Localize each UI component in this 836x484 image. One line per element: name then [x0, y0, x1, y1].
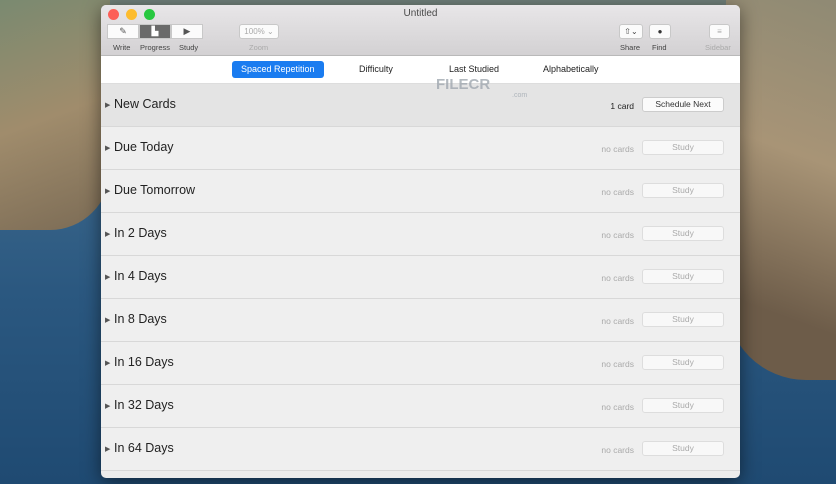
group-name: New Cards	[114, 97, 176, 111]
sort-tabs: Spaced Repetition Difficulty Last Studie…	[101, 56, 740, 84]
disclosure-triangle-icon[interactable]: ▶	[105, 187, 110, 195]
group-row[interactable]: ▶ In 64 Days no cards Study	[101, 428, 740, 471]
group-name: In 16 Days	[114, 355, 174, 369]
share-icon: ⇧⌄	[624, 27, 638, 36]
card-groups-list: ▶ New Cards 1 card Schedule Next ▶ Due T…	[101, 84, 740, 471]
desktop-wallpaper-left	[0, 0, 110, 230]
write-button[interactable]: ✎	[107, 24, 139, 39]
disclosure-triangle-icon[interactable]: ▶	[105, 144, 110, 152]
group-row[interactable]: ▶ In 4 Days no cards Study	[101, 256, 740, 299]
find-label: Find	[652, 43, 667, 52]
card-count: no cards	[601, 273, 634, 283]
study-button[interactable]: Study	[642, 312, 724, 327]
study-button[interactable]: Study	[642, 140, 724, 155]
card-count: no cards	[601, 316, 634, 326]
share-button[interactable]: ⇧⌄	[619, 24, 643, 39]
group-name: Due Today	[114, 140, 174, 154]
zoom-value: 100%	[244, 27, 265, 36]
progress-button[interactable]: ▙	[139, 24, 171, 39]
window-title: Untitled	[403, 8, 438, 19]
group-row[interactable]: ▶ Due Today no cards Study	[101, 127, 740, 170]
group-name: In 64 Days	[114, 441, 174, 455]
group-name: In 32 Days	[114, 398, 174, 412]
study-button[interactable]: Study	[642, 183, 724, 198]
group-name: In 8 Days	[114, 312, 167, 326]
disclosure-triangle-icon[interactable]: ▶	[105, 101, 110, 109]
study-button[interactable]: Study	[642, 398, 724, 413]
card-count: no cards	[601, 187, 634, 197]
group-name: Due Tomorrow	[114, 183, 196, 197]
zoom-dropdown[interactable]: 100% ⌄	[239, 24, 279, 39]
study-button[interactable]: Study	[642, 355, 724, 370]
card-count: no cards	[601, 359, 634, 369]
play-icon: ▶	[183, 26, 191, 36]
progress-label: Progress	[140, 43, 171, 52]
card-count: no cards	[601, 144, 634, 154]
group-row[interactable]: ▶ In 16 Days no cards Study	[101, 342, 740, 385]
sidebar-icon: ≡	[717, 27, 722, 36]
disclosure-triangle-icon[interactable]: ▶	[105, 402, 110, 410]
card-count: no cards	[601, 402, 634, 412]
group-name: In 2 Days	[114, 226, 167, 240]
disclosure-triangle-icon[interactable]: ▶	[105, 230, 110, 238]
group-row[interactable]: ▶ New Cards 1 card Schedule Next	[101, 84, 740, 127]
search-icon: ●	[657, 27, 663, 36]
tab-alphabetically[interactable]: Alphabetically	[534, 61, 608, 78]
disclosure-triangle-icon[interactable]: ▶	[105, 273, 110, 281]
group-row[interactable]: ▶ In 8 Days no cards Study	[101, 299, 740, 342]
group-row[interactable]: ▶ In 32 Days no cards Study	[101, 385, 740, 428]
sidebar-button[interactable]: ≡	[709, 24, 730, 39]
pencil-icon: ✎	[119, 26, 127, 36]
schedule-next-button[interactable]: Schedule Next	[642, 97, 724, 112]
group-row[interactable]: ▶ Due Tomorrow no cards Study	[101, 170, 740, 213]
share-label: Share	[620, 43, 641, 52]
group-row[interactable]: ▶ In 2 Days no cards Study	[101, 213, 740, 256]
title-bar: Untitled ✎ ▙ ▶ Write Progress Study 100%…	[101, 5, 740, 56]
disclosure-triangle-icon[interactable]: ▶	[105, 359, 110, 367]
study-button[interactable]: ▶	[171, 24, 203, 39]
bar-chart-icon: ▙	[151, 26, 159, 36]
card-count: 1 card	[610, 101, 634, 111]
watermark-sub: .com	[512, 92, 528, 99]
tab-difficulty[interactable]: Difficulty	[350, 61, 402, 78]
watermark: FILECR .com	[436, 76, 527, 99]
watermark-text: FILECR	[436, 76, 491, 93]
study-label: Study	[179, 43, 199, 52]
disclosure-triangle-icon[interactable]: ▶	[105, 445, 110, 453]
sidebar-label: Sidebar	[705, 43, 731, 52]
mode-segmented-control: ✎ ▙ ▶	[107, 24, 203, 39]
card-count: no cards	[601, 230, 634, 240]
study-button[interactable]: Study	[642, 441, 724, 456]
zoom-label: Zoom	[249, 43, 269, 52]
card-count: no cards	[601, 445, 634, 455]
desktop-wallpaper-right	[726, 0, 836, 380]
study-button[interactable]: Study	[642, 269, 724, 284]
chevron-down-icon: ⌄	[267, 27, 274, 36]
find-button[interactable]: ●	[649, 24, 671, 39]
group-name: In 4 Days	[114, 269, 167, 283]
disclosure-triangle-icon[interactable]: ▶	[105, 316, 110, 324]
app-window: Untitled ✎ ▙ ▶ Write Progress Study 100%…	[101, 5, 740, 478]
write-label: Write	[113, 43, 131, 52]
study-button[interactable]: Study	[642, 226, 724, 241]
tab-spaced-repetition[interactable]: Spaced Repetition	[232, 61, 324, 78]
